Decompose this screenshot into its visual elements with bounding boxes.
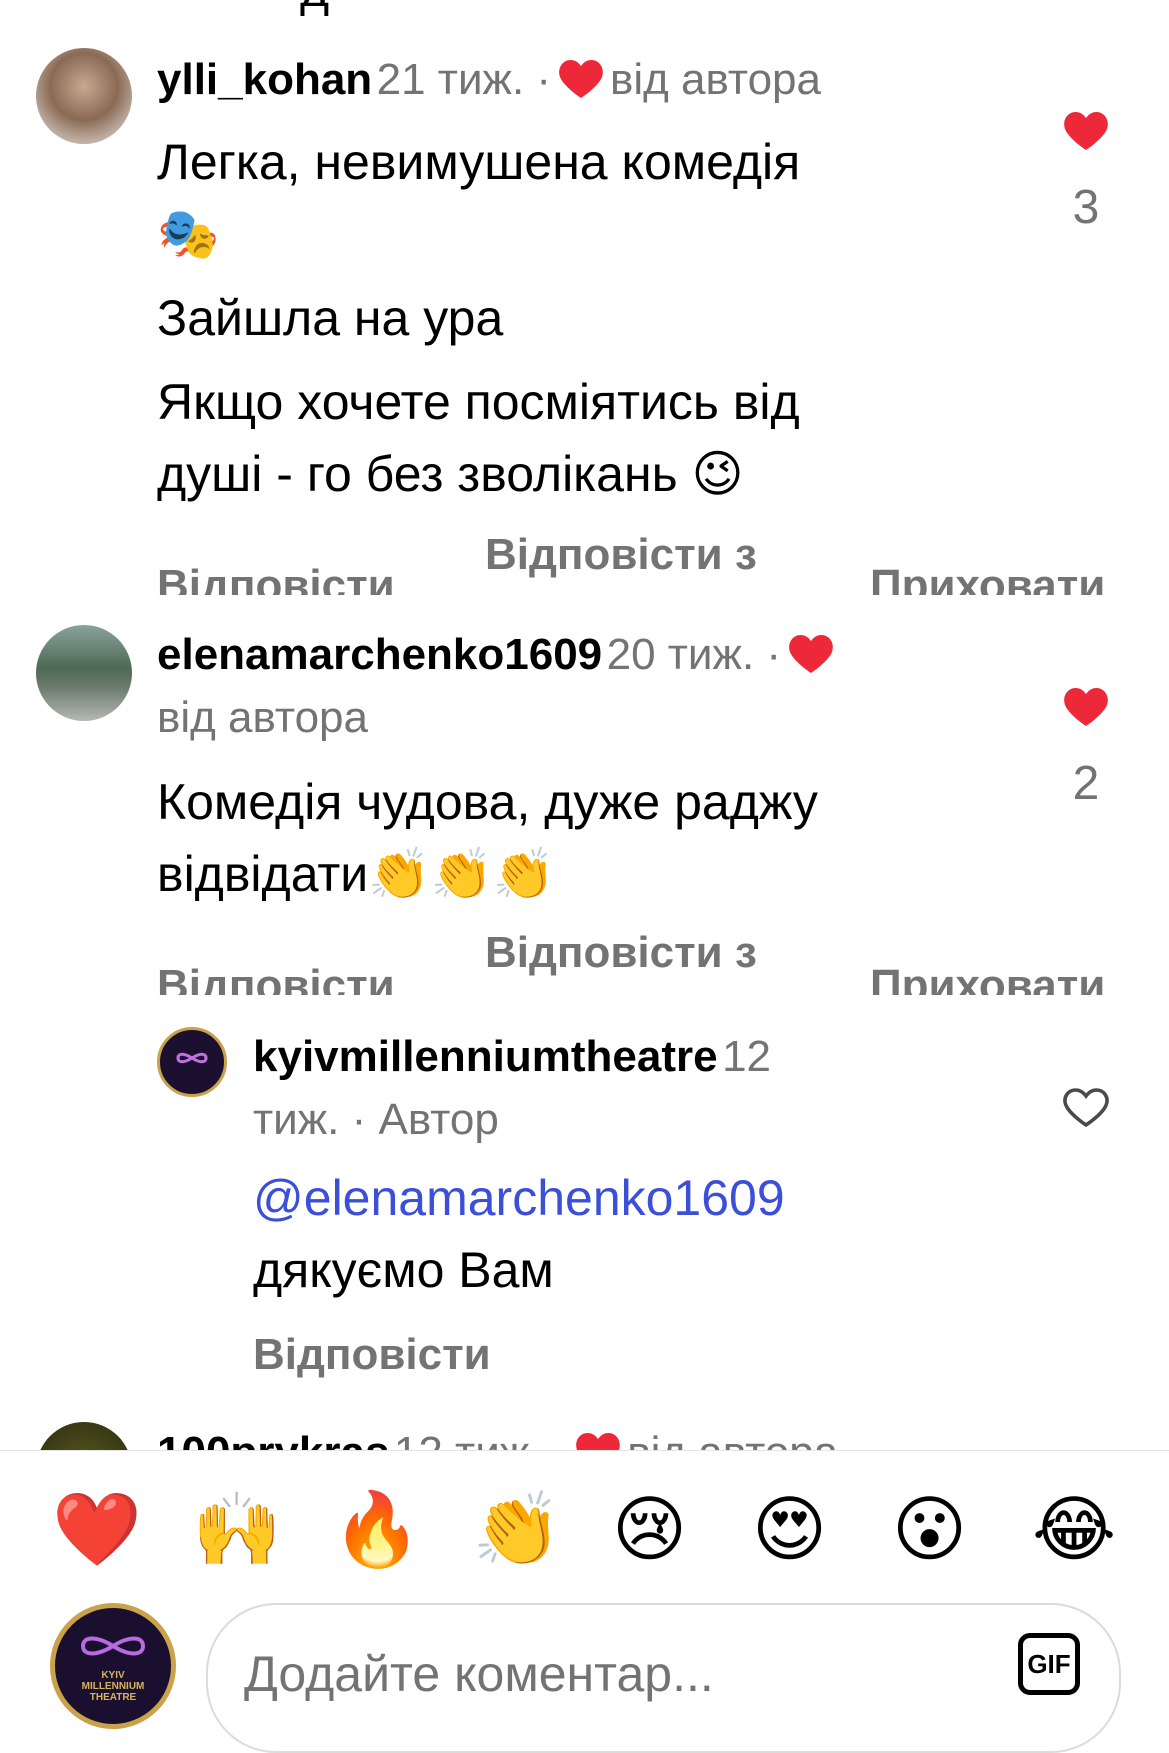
reply-header: kyivmillenniumtheatre 12 [253,1032,771,1082]
reply-meta: тиж. · Автор [253,1095,499,1144]
heart-outline-icon[interactable] [1062,1085,1110,1129]
reaction-surprised[interactable]: 😮 [892,1489,967,1569]
reaction-cry[interactable]: 😢 [612,1489,687,1569]
comment-line: душі - го без зволікань 😉 [157,446,744,502]
reply-mention-link[interactable]: @elenamarchenko1609 [253,1162,785,1234]
comment-body-2: Комедія чудова, дуже раджу відвідати👏👏👏 [157,766,818,910]
logo-line: MILLENNIUM [81,1681,145,1692]
reaction-laugh[interactable]: 😂 [1032,1489,1116,1569]
author-heart-icon [558,60,603,98]
comment-time: 21 тиж. · [376,55,552,104]
author-like-label: від автора [627,1428,838,1450]
comment-username[interactable]: elenamarchenko1609 [157,630,602,679]
like-count: 2 [1072,757,1100,810]
reply-with-button[interactable]: Відповісти з [485,530,757,580]
top-partial-text: д [300,0,329,18]
comment-line: 🎭 [157,205,220,263]
reaction-heart[interactable]: ❤️ [52,1489,142,1569]
hide-action-wrap[interactable]: Приховати [870,555,1160,595]
avatar-elenamarchenko1609[interactable] [36,625,132,721]
hide-button[interactable]: Приховати [870,561,1105,595]
bottom-bar: ❤️ 🙌 🔥 👏 😢 😍 😮 😂 KYIV MILLENNIUM THEATRE… [0,1450,1169,1753]
comment-input-placeholder: Додайте коментар... [244,1646,714,1702]
reply-body: @elenamarchenko1609 дякуємо Вам [253,1162,785,1306]
reaction-clap[interactable]: 👏 [472,1489,562,1569]
comment-input[interactable]: Додайте коментар... GIF [206,1603,1121,1753]
reply-with-button[interactable]: Відповісти з [485,928,757,978]
comment-line: Комедія чудова, дуже раджу [157,774,818,830]
reply-button[interactable]: Відповісти [253,1330,491,1380]
comment-line: Якщо хочете посміятись від [157,374,800,430]
avatar-next-comment[interactable] [36,1422,132,1450]
avatar-kyivmillenniumtheatre[interactable] [157,1027,227,1097]
logo-line: KYIV [101,1670,125,1681]
author-heart-icon [788,635,833,673]
reply-time: 12 [722,1032,772,1081]
reaction-row: ❤️ 🙌 🔥 👏 😢 😍 😮 😂 [0,1479,1169,1579]
hide-button[interactable]: Приховати [870,961,1105,995]
author-heart-icon [575,1433,620,1450]
infinity-logo-icon [176,1052,208,1064]
hide-action-wrap[interactable]: Приховати [870,955,1160,995]
next-comment-header: 100prykras 12 тиж. · від автора [157,1428,838,1450]
reaction-raised-hands[interactable]: 🙌 [192,1489,282,1569]
comment-username[interactable]: ylli_kohan [157,55,372,104]
reaction-fire[interactable]: 🔥 [332,1489,422,1569]
logo-text: KYIV MILLENNIUM THEATRE [55,1670,171,1703]
reply-action-wrap[interactable]: Відповісти [157,955,437,995]
like-heart-icon[interactable] [1062,108,1110,152]
next-comment-peek: 100prykras 12 тиж. · від автора [0,1420,1169,1450]
comment-line: Легка, невимушена комедія [157,134,801,190]
comment-username[interactable]: 100prykras [157,1428,389,1450]
reply-button[interactable]: Відповісти [157,561,395,595]
like-heart-icon[interactable] [1062,684,1110,728]
comment-header-2: elenamarchenko1609 20 тиж. · [157,630,836,680]
reply-text: дякуємо Вам [253,1242,554,1298]
reaction-heart-eyes[interactable]: 😍 [752,1489,827,1569]
like-count: 3 [1072,181,1100,234]
author-like-label: від автора [609,55,821,104]
comment-line: Зайшла на ура [157,290,504,346]
infinity-logo-icon [80,1636,146,1656]
logo-line: THEATRE [89,1692,137,1703]
comment-time: 20 тиж. · [606,630,782,679]
comment-body-1: Легка, невимушена комедія 🎭 Зайшла на ур… [157,126,800,510]
reply-action-wrap[interactable]: Відповісти [157,555,437,595]
avatar-ylli-kohan[interactable] [36,48,132,144]
composer-avatar: KYIV MILLENNIUM THEATRE [50,1603,176,1729]
author-like-label: від автора [157,693,368,742]
reply-username[interactable]: kyivmillenniumtheatre [253,1032,718,1081]
gif-icon[interactable]: GIF [1018,1633,1080,1695]
comment-header-1: ylli_kohan 21 тиж. · від автора [157,55,821,105]
reply-button[interactable]: Відповісти [157,961,395,995]
comment-line: відвідати👏👏👏 [157,846,555,902]
comment-time: 12 тиж. · [394,1428,568,1450]
